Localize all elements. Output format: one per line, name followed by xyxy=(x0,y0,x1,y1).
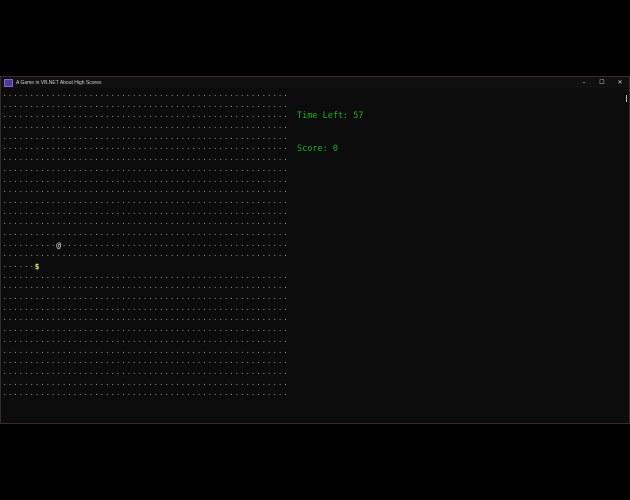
hud: Time Left: 57 Score: 0 xyxy=(297,89,364,177)
empty-cell: · xyxy=(283,273,288,282)
empty-cell: · xyxy=(283,188,288,197)
empty-cell: · xyxy=(283,391,288,400)
empty-cell: · xyxy=(283,209,288,218)
time-left-text: Time Left: 57 xyxy=(297,111,364,121)
app-icon xyxy=(4,78,13,87)
empty-cell xyxy=(283,262,288,273)
empty-cell: · xyxy=(283,177,288,186)
window-controls: – ☐ ✕ xyxy=(575,77,629,88)
scrollbar-thumb[interactable] xyxy=(626,95,627,102)
empty-cell: · xyxy=(283,145,288,154)
empty-cell: · xyxy=(283,284,288,293)
game-window: A Game in VB.NET About High Scores – ☐ ✕… xyxy=(0,76,630,424)
empty-cell: · xyxy=(283,166,288,175)
maximize-button[interactable]: ☐ xyxy=(593,77,611,88)
empty-cell: · xyxy=(283,369,288,378)
console-area[interactable]: · · · · · · · · · · · · · · · · · · · · · · · · · · · · · · · · · · · · · · · ·… xyxy=(1,88,629,423)
empty-cell: · xyxy=(283,102,288,111)
empty-cell: · xyxy=(283,92,288,100)
empty-cell: · xyxy=(283,348,288,357)
empty-cell: · xyxy=(283,305,288,314)
title-bar[interactable]: A Game in VB.NET About High Scores – ☐ ✕ xyxy=(1,77,629,88)
empty-cell: · xyxy=(283,124,288,133)
empty-cell: · xyxy=(283,134,288,143)
empty-cell: · xyxy=(283,337,288,346)
empty-cell: · xyxy=(283,327,288,336)
empty-cell: · xyxy=(283,380,288,389)
empty-cell: · xyxy=(283,252,288,261)
empty-cell: · xyxy=(283,241,288,250)
empty-cell: · xyxy=(283,220,288,229)
empty-cell: · xyxy=(283,359,288,368)
score-text: Score: 0 xyxy=(297,144,338,154)
close-button[interactable]: ✕ xyxy=(611,77,629,88)
empty-cell: · xyxy=(283,113,288,122)
empty-cell: · xyxy=(283,316,288,325)
window-title: A Game in VB.NET About High Scores xyxy=(16,79,102,86)
empty-cell: · xyxy=(283,295,288,304)
empty-cell: · xyxy=(283,156,288,165)
empty-cell: · xyxy=(283,198,288,207)
vertical-scrollbar[interactable] xyxy=(625,94,628,418)
minimize-button[interactable]: – xyxy=(575,77,593,88)
empty-cell: · xyxy=(283,230,288,239)
